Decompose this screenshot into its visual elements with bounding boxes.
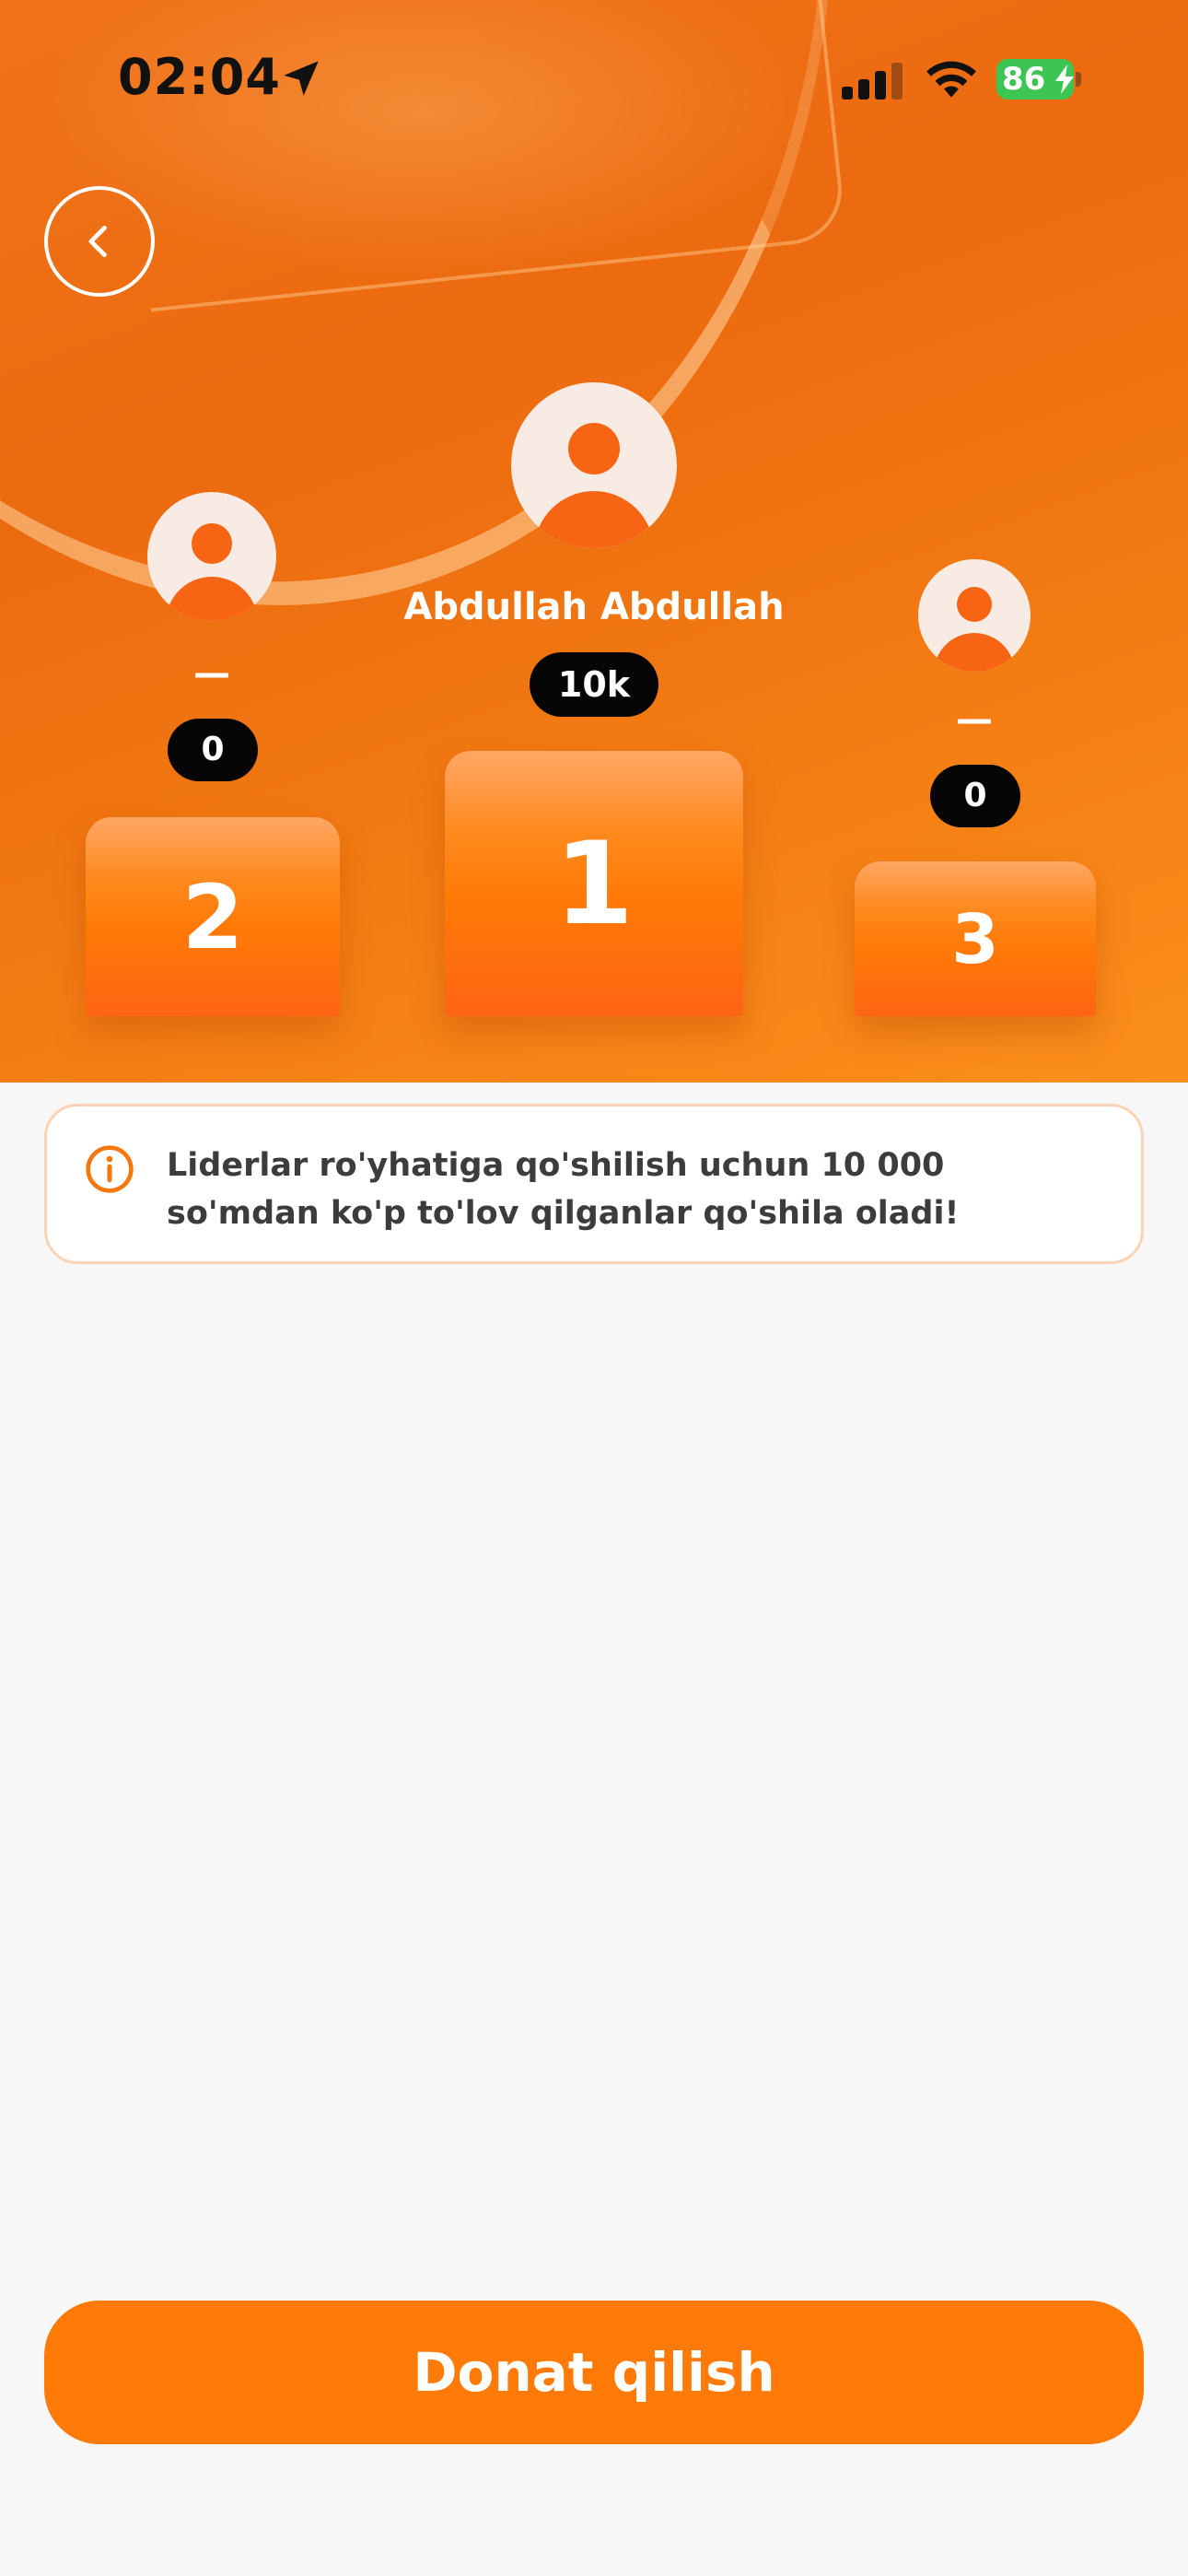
rank-3-avatar <box>918 559 1031 672</box>
avatar-body <box>534 491 654 548</box>
donate-button[interactable]: Donat qilish <box>44 2301 1144 2444</box>
status-time: 02:04 <box>118 48 281 106</box>
rank-1-name: Abdullah Abdullah <box>403 586 785 628</box>
battery-nub <box>1076 72 1081 87</box>
avatar-head <box>568 423 620 474</box>
back-button[interactable] <box>44 186 155 297</box>
leaderboard-notice: Liderlar ro'yhatiga qo'shilish uchun 10 … <box>44 1104 1144 1264</box>
info-circle-icon <box>86 1145 134 1193</box>
rank-2-name: — <box>193 652 230 695</box>
battery-level: 86 <box>1002 61 1046 98</box>
location-arrow-icon <box>284 61 319 96</box>
notice-text: Liderlar ro'yhatiga qo'shilish uchun 10 … <box>167 1147 960 1232</box>
charging-bolt-icon <box>1055 64 1074 94</box>
avatar-body <box>166 577 258 621</box>
wifi-icon <box>926 61 976 98</box>
battery-charging-icon: 86 <box>996 59 1081 100</box>
rank-3-score-badge: 0 <box>930 765 1020 827</box>
leaderboard-header: 02:04 86 — 0 2 Abdullah Abdullah 10k 1 —… <box>0 0 1188 1083</box>
rank-2-avatar <box>147 492 276 621</box>
rank-1-pedestal: 1 <box>445 751 743 1016</box>
cellular-signal-icon <box>842 63 903 100</box>
avatar-head <box>192 523 232 564</box>
rank-2-pedestal: 2 <box>86 817 340 1016</box>
rank-3-pedestal: 3 <box>855 861 1096 1016</box>
rank-1-avatar <box>511 382 677 548</box>
status-bar: 02:04 86 <box>0 0 1188 157</box>
rank-2-score-badge: 0 <box>168 719 258 781</box>
leaderboard-screen: 02:04 86 — 0 2 Abdullah Abdullah 10k 1 —… <box>0 0 1188 2576</box>
avatar-body <box>934 633 1015 672</box>
chevron-left-icon <box>88 225 107 258</box>
rank-1-score-badge: 10k <box>530 652 658 717</box>
avatar-head <box>957 587 992 622</box>
rank-3-name: — <box>956 698 993 741</box>
